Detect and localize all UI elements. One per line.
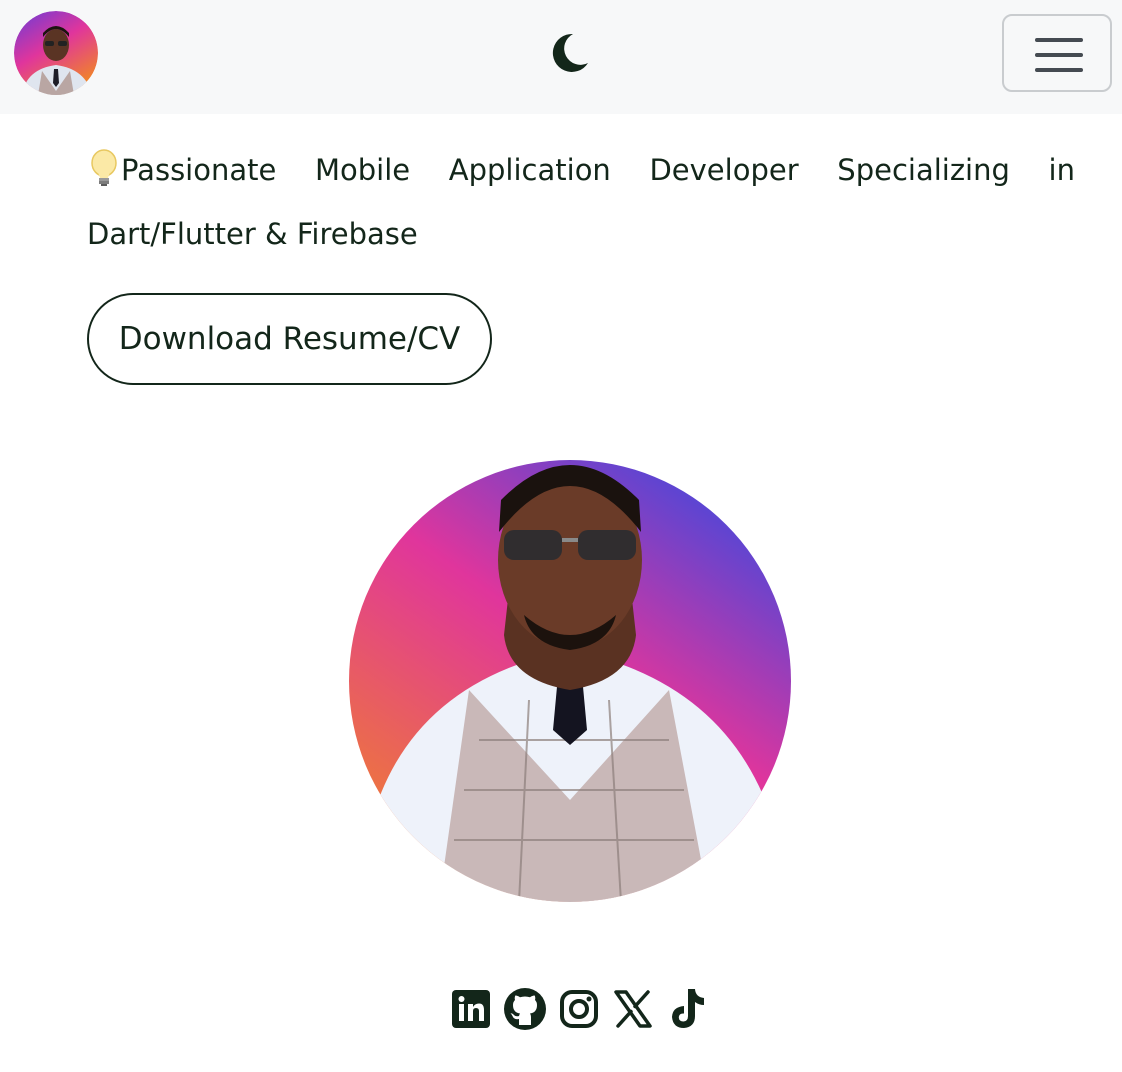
hero-tagline: Passionate Mobile Application Developer … <box>87 138 1075 266</box>
moon-icon <box>552 33 588 72</box>
profile-portrait <box>349 440 791 902</box>
hamburger-menu-icon <box>1035 38 1083 42</box>
x-link[interactable] <box>610 986 656 1032</box>
download-resume-button[interactable]: Download Resume/CV <box>87 293 492 385</box>
instagram-icon <box>560 990 598 1028</box>
tiktok-icon <box>672 989 704 1028</box>
linkedin-icon <box>452 990 490 1028</box>
instagram-link[interactable] <box>556 986 602 1032</box>
social-links <box>448 984 710 1034</box>
portrait-image <box>349 460 791 902</box>
hamburger-menu-button[interactable] <box>1002 14 1112 92</box>
top-navbar <box>0 0 1122 114</box>
theme-toggle-button[interactable] <box>548 31 592 75</box>
tiktok-link[interactable] <box>664 986 710 1032</box>
avatar-image <box>14 11 98 95</box>
x-icon <box>614 990 652 1028</box>
github-link[interactable] <box>502 986 548 1032</box>
nav-avatar[interactable] <box>14 11 98 95</box>
lightbulb-icon <box>91 149 117 186</box>
hamburger-bar <box>1035 68 1083 72</box>
github-icon <box>504 988 546 1030</box>
linkedin-link[interactable] <box>448 986 494 1032</box>
tagline-text: Passionate Mobile Application Developer … <box>87 153 1075 251</box>
hamburger-bar <box>1035 53 1083 57</box>
